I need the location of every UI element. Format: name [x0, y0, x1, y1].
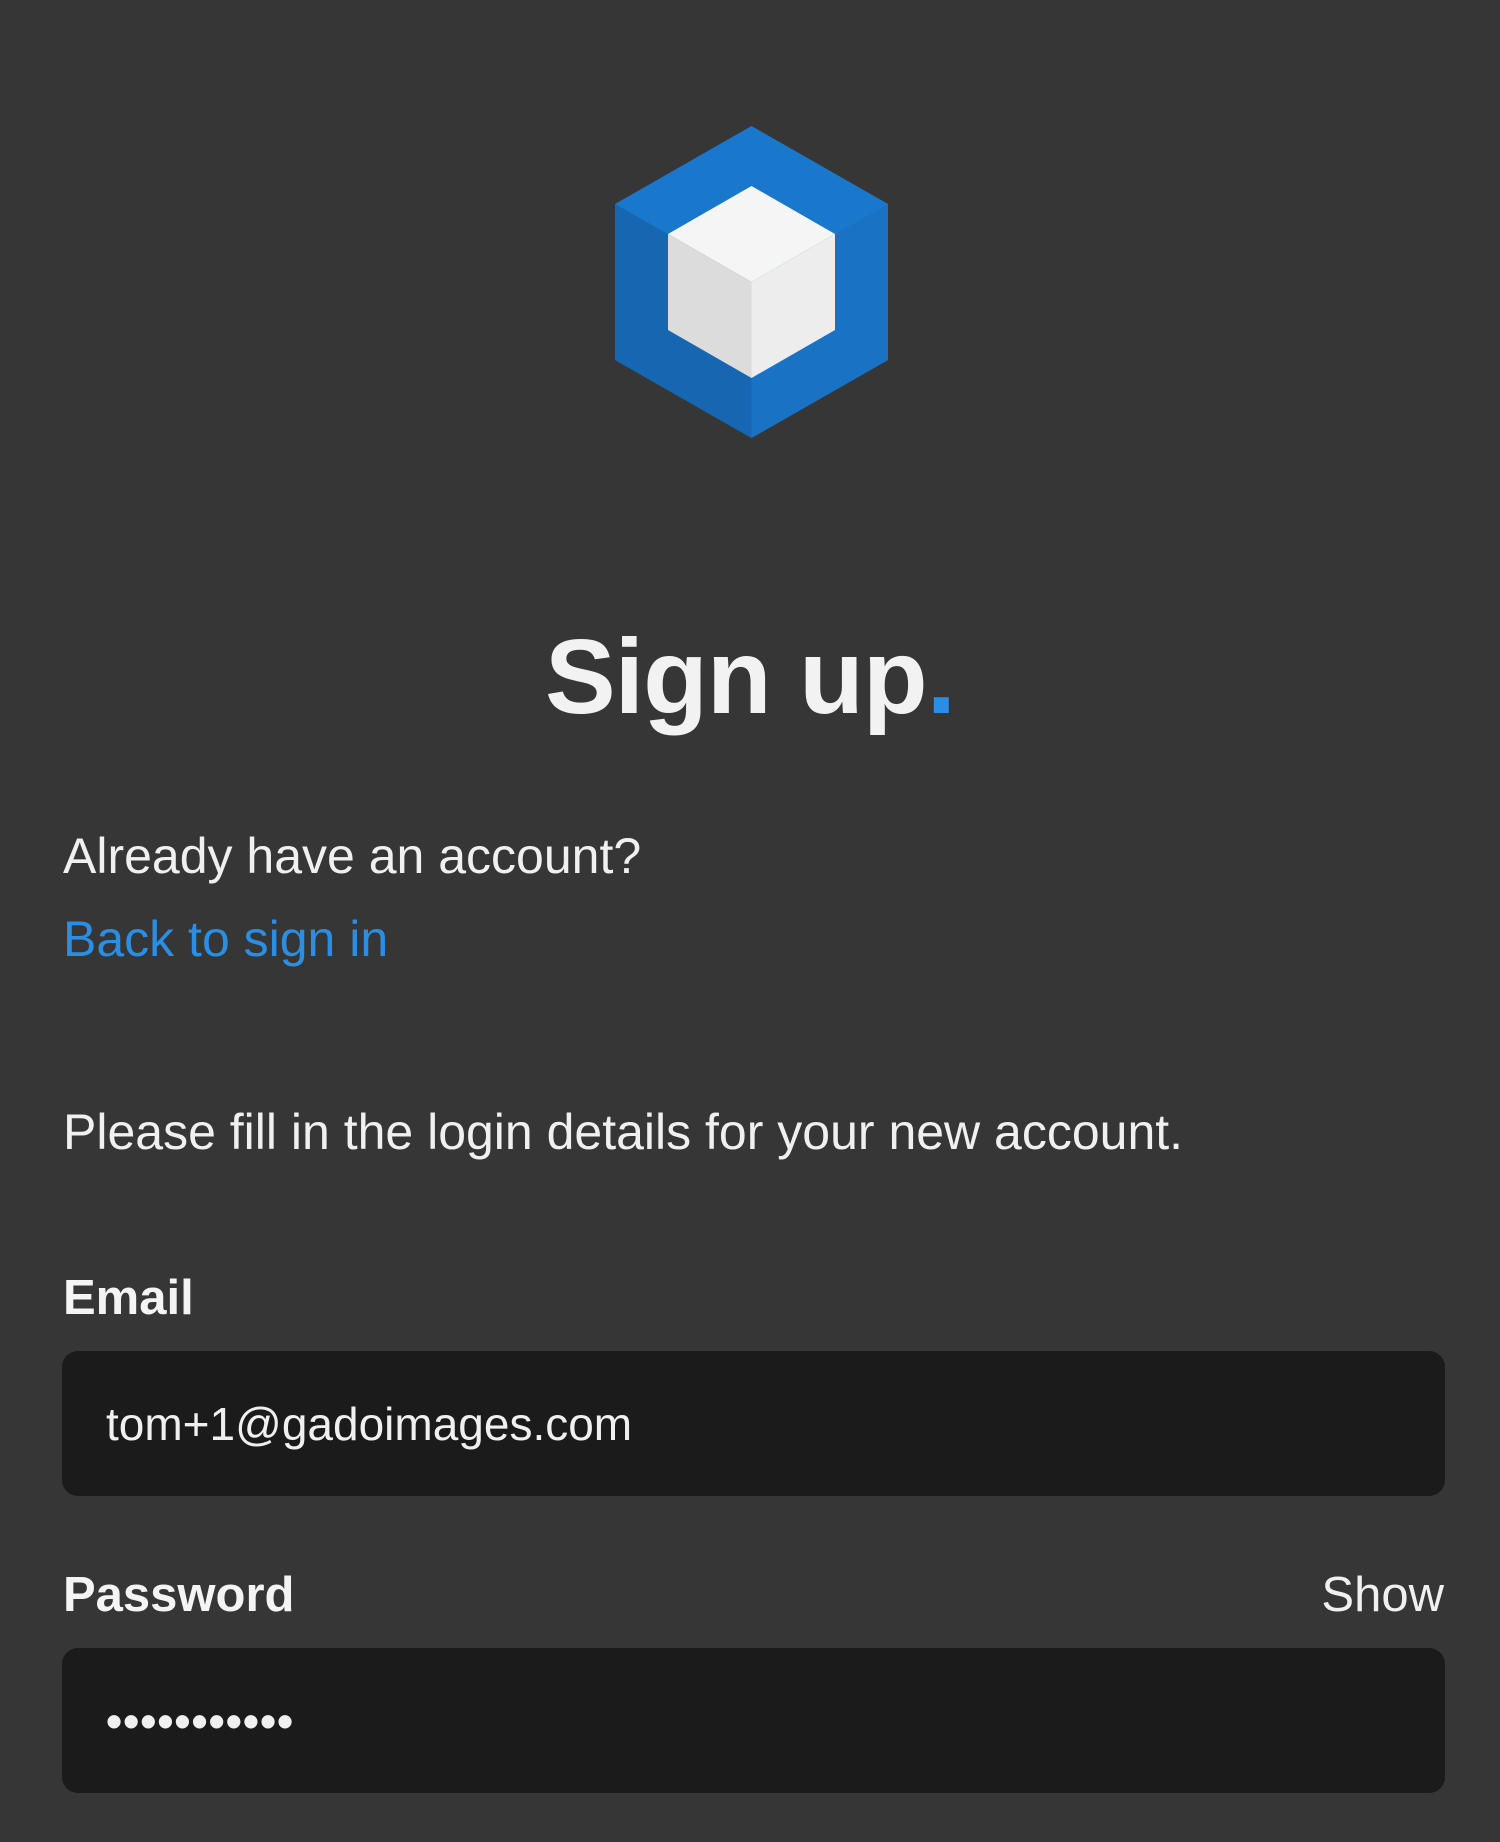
signin-prompt-text: Already have an account?	[63, 828, 642, 884]
password-masked-value: •••••••••••	[106, 1694, 295, 1747]
email-value: tom+1@gadoimages.com	[106, 1397, 633, 1450]
instructions-text: Please fill in the login details for you…	[63, 1104, 1184, 1160]
password-label: Password	[63, 1568, 295, 1622]
title-text: Sign up	[544, 618, 928, 736]
email-label: Email	[63, 1271, 194, 1325]
password-field[interactable]: •••••••••••	[62, 1648, 1445, 1793]
title-dot: .	[926, 618, 956, 736]
show-password-toggle[interactable]: Show	[1321, 1563, 1444, 1627]
cube-logo-icon	[615, 126, 888, 438]
email-field[interactable]: tom+1@gadoimages.com	[62, 1351, 1445, 1496]
page-title: Sign up.	[0, 612, 1500, 742]
back-to-sign-in-link[interactable]: Back to sign in	[63, 905, 388, 973]
